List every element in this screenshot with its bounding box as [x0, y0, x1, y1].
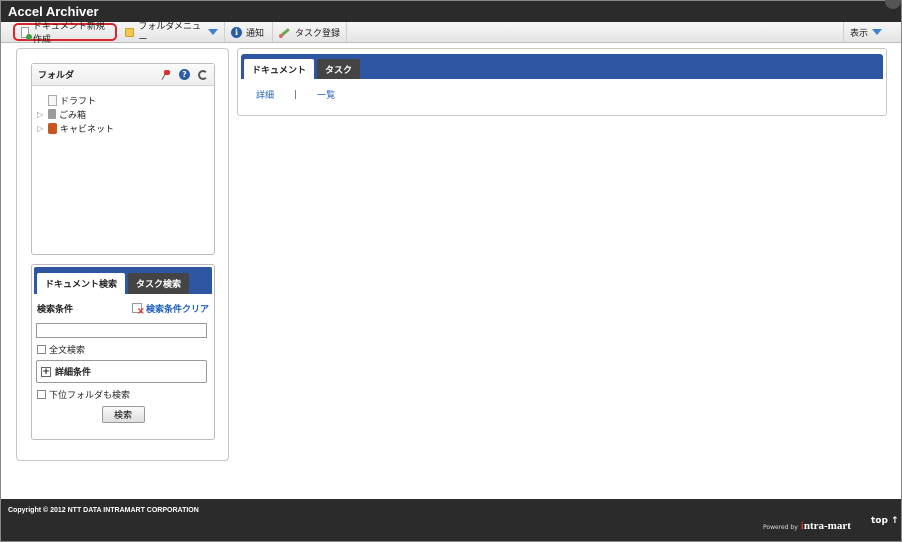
subfolder-checkbox[interactable] — [37, 389, 46, 399]
pin-icon[interactable] — [162, 70, 171, 79]
powered-by-label: Powered by — [763, 524, 798, 531]
info-icon: i — [231, 26, 242, 38]
refresh-icon[interactable] — [198, 69, 208, 80]
fulltext-checkbox[interactable] — [37, 344, 46, 354]
folder-panel-title: フォルダ — [38, 71, 75, 81]
task-register-button[interactable]: タスク登録 — [273, 22, 347, 42]
view-links: 詳細 | 一覧 — [238, 79, 886, 102]
tree-item-trash[interactable]: ▷ ごみ箱 — [37, 107, 214, 121]
intra-mart-logo: iintra-martntra-mart — [800, 520, 851, 532]
left-panel: フォルダ ? ドラフト ▷ ごみ箱 ▷ キャビネット ドキュメント検索 タスク検… — [16, 48, 229, 461]
fulltext-label: 全文検索 — [49, 345, 86, 356]
chevron-down-icon — [872, 29, 883, 35]
expand-toggle-icon[interactable]: ▷ — [37, 124, 45, 133]
folder-tree: ドラフト ▷ ごみ箱 ▷ キャビネット — [32, 86, 214, 135]
search-tabs: ドキュメント検索 タスク検索 — [34, 267, 212, 294]
tree-item-draft[interactable]: ドラフト — [37, 93, 214, 107]
detail-conditions-label: 詳細条件 — [55, 368, 92, 378]
tree-item-label: キャビネット — [60, 124, 115, 135]
tree-item-label: ごみ箱 — [59, 110, 87, 121]
footer: Copyright © 2012 NTT DATA INTRAMART CORP… — [1, 499, 901, 541]
draft-icon — [48, 94, 57, 106]
powered-by: Powered by iintra-martntra-mart — [763, 520, 851, 532]
link-separator: | — [294, 89, 298, 100]
tab-task[interactable]: タスク — [317, 59, 361, 79]
document-panel: ドキュメント タスク 詳細 | 一覧 — [237, 48, 887, 116]
new-document-button[interactable]: ドキュメント新規作成 — [13, 22, 117, 45]
trash-icon — [48, 109, 56, 119]
new-document-label: ドキュメント新規作成 — [32, 22, 105, 45]
toolbar: ドキュメント新規作成 フォルダメニュー i 通知 タスク登録 表示 — [1, 22, 901, 45]
app-title-bar: Accel Archiver — [1, 0, 901, 22]
clear-conditions-label: 検索条件クリア — [145, 304, 209, 315]
task-pencil-icon — [279, 27, 291, 38]
display-label: 表示 — [850, 28, 869, 39]
tab-task-search[interactable]: タスク検索 — [128, 273, 190, 294]
fulltext-checkbox-row[interactable]: 全文検索 — [37, 343, 214, 356]
clear-conditions-link[interactable]: 検索条件クリア — [131, 302, 209, 317]
window-corner-icon — [885, 0, 901, 9]
search-condition-label: 検索条件 — [37, 304, 74, 315]
chevron-down-icon — [208, 29, 218, 35]
folder-menu-label: フォルダメニュー — [138, 22, 202, 45]
tab-document-search[interactable]: ドキュメント検索 — [37, 273, 126, 294]
document-tabs: ドキュメント タスク — [241, 54, 883, 79]
detail-conditions-toggle[interactable]: + 詳細条件 — [36, 360, 207, 383]
notice-label: 通知 — [246, 28, 265, 39]
tree-item-cabinet[interactable]: ▷ キャビネット — [37, 121, 214, 135]
search-input[interactable] — [36, 323, 207, 338]
folder-icon — [125, 27, 135, 37]
tab-document[interactable]: ドキュメント — [244, 59, 315, 79]
subfolder-label: 下位フォルダも検索 — [49, 390, 131, 401]
detail-view-link[interactable]: 詳細 — [256, 88, 274, 101]
tree-item-label: ドラフト — [60, 96, 97, 107]
notice-button[interactable]: i 通知 — [225, 22, 273, 42]
folder-menu-button[interactable]: フォルダメニュー — [119, 22, 225, 45]
folder-panel-header: フォルダ ? — [32, 64, 214, 86]
display-menu-button[interactable]: 表示 — [843, 22, 901, 42]
plus-icon: + — [41, 366, 51, 377]
copyright-text: Copyright © 2012 NTT DATA INTRAMART CORP… — [8, 507, 199, 514]
subfolder-checkbox-row[interactable]: 下位フォルダも検索 — [37, 388, 214, 401]
help-icon[interactable]: ? — [179, 69, 190, 80]
app-title: Accel Archiver — [8, 4, 99, 19]
expand-toggle-icon[interactable]: ▷ — [37, 110, 45, 119]
clear-icon — [131, 303, 145, 317]
task-register-label: タスク登録 — [295, 28, 341, 39]
search-button[interactable]: 検索 — [101, 406, 145, 423]
list-view-link[interactable]: 一覧 — [317, 88, 335, 101]
new-document-icon — [21, 26, 32, 40]
scroll-top-link[interactable]: top ↑ — [871, 516, 899, 526]
search-panel: ドキュメント検索 タスク検索 検索条件 検索条件クリア 全文検索 + 詳細条件 … — [31, 264, 215, 440]
cabinet-icon — [48, 122, 57, 134]
folder-tree-panel: フォルダ ? ドラフト ▷ ごみ箱 ▷ キャビネット — [31, 63, 215, 255]
